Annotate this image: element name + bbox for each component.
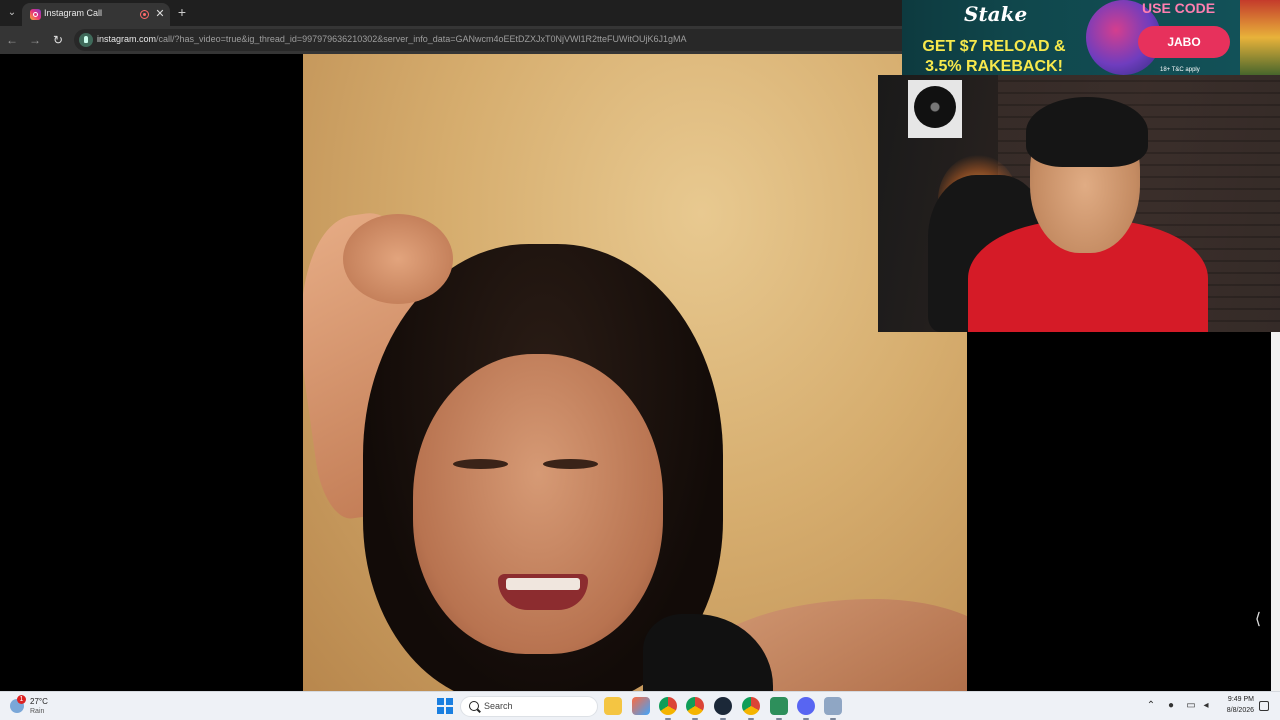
tab-instagram-call[interactable]: Instagram Call ✕ (22, 3, 170, 26)
instagram-icon (30, 9, 41, 20)
ad-code-badge: JABO (1138, 26, 1230, 58)
ad-use-code-label: USE CODE (1142, 0, 1216, 16)
tab-close-button[interactable]: ✕ (154, 7, 166, 21)
back-button[interactable]: ← (4, 31, 20, 49)
chevron-up-icon[interactable]: ⌃ (1145, 699, 1157, 713)
ad-brand: Stake (964, 2, 1028, 26)
weather-temperature: 27°C (30, 697, 48, 706)
remote-person-mouth (498, 574, 588, 610)
windows-logo-icon (437, 698, 444, 705)
snipping-icon[interactable] (824, 697, 842, 720)
clock-date[interactable]: 8/8/2026 (1212, 707, 1254, 714)
site-info-icon[interactable] (79, 33, 93, 47)
windows-taskbar: 1 27°C Rain Search ⌃ ● ▭ ◂ 9:49 PM 8/8/2… (0, 691, 1280, 720)
ad-terms: 18+ T&C apply (1160, 67, 1200, 73)
remote-video-feed (303, 54, 967, 691)
microphone-icon[interactable]: ● (1165, 699, 1177, 713)
search-label: Search (484, 701, 513, 711)
remote-person-eye-right (543, 459, 598, 469)
weather-condition: Rain (30, 708, 45, 715)
start-button[interactable] (437, 698, 453, 714)
file-explorer-icon[interactable] (604, 697, 622, 715)
chrome-icon[interactable] (686, 697, 704, 720)
windows-logo-icon (437, 707, 444, 714)
chrome-icon[interactable] (659, 697, 677, 720)
weather-widget[interactable]: 1 27°C Rain (8, 695, 68, 719)
volume-icon[interactable]: ◂ (1200, 699, 1212, 713)
tab-list-chevron-icon[interactable]: ⌄ (4, 5, 20, 21)
weather-badge: 1 (17, 695, 26, 704)
recording-icon (140, 10, 149, 19)
chrome-icon[interactable] (742, 697, 760, 720)
remote-person-eye-left (453, 459, 508, 469)
scrollbar[interactable] (1271, 332, 1280, 691)
clock-time[interactable]: 9:49 PM (1212, 696, 1254, 703)
windows-logo-icon (446, 698, 453, 705)
url-host: instagram.com (97, 34, 157, 44)
address-bar[interactable]: instagram.com/call/?has_video=true&ig_th… (74, 29, 934, 51)
reload-button[interactable]: ↻ (50, 31, 66, 49)
url-path: /call/?has_video=true&ig_thread_id=99797… (156, 34, 687, 44)
ad-headline-line-1: GET $7 RELOAD & (922, 38, 1066, 55)
remote-person-hand (343, 214, 453, 304)
vinyl-record-decor (908, 80, 962, 138)
sidebar-toggle-button[interactable]: ⟨ (1252, 610, 1264, 630)
ad-decoration (1240, 0, 1280, 75)
notification-icon[interactable] (1259, 701, 1269, 711)
windows-logo-icon (446, 707, 453, 714)
new-tab-button[interactable]: + (174, 4, 190, 20)
tab-title: Instagram Call (44, 8, 103, 18)
taskbar-search[interactable]: Search (460, 696, 598, 717)
network-icon[interactable]: ▭ (1185, 699, 1197, 713)
streamer-webcam (878, 75, 1280, 332)
streamer-hair (1026, 97, 1148, 167)
discord-icon[interactable] (797, 697, 815, 720)
forward-button[interactable]: → (27, 31, 43, 49)
url-text: instagram.com/call/?has_video=true&ig_th… (97, 34, 687, 44)
photos-icon[interactable] (632, 697, 650, 715)
ad-headline-line-2: 3.5% RAKEBACK! (925, 58, 1063, 75)
ad-headline: GET $7 RELOAD & 3.5% RAKEBACK! (902, 37, 1086, 75)
search-icon (469, 701, 479, 711)
steam-icon[interactable] (714, 697, 732, 720)
app-icon[interactable] (770, 697, 788, 720)
screen: ⌄ Instagram Call ✕ + ← → ↻ instagram.com… (0, 0, 1280, 720)
sponsor-ad-banner: Stake GET $7 RELOAD & 3.5% RAKEBACK! USE… (902, 0, 1280, 75)
